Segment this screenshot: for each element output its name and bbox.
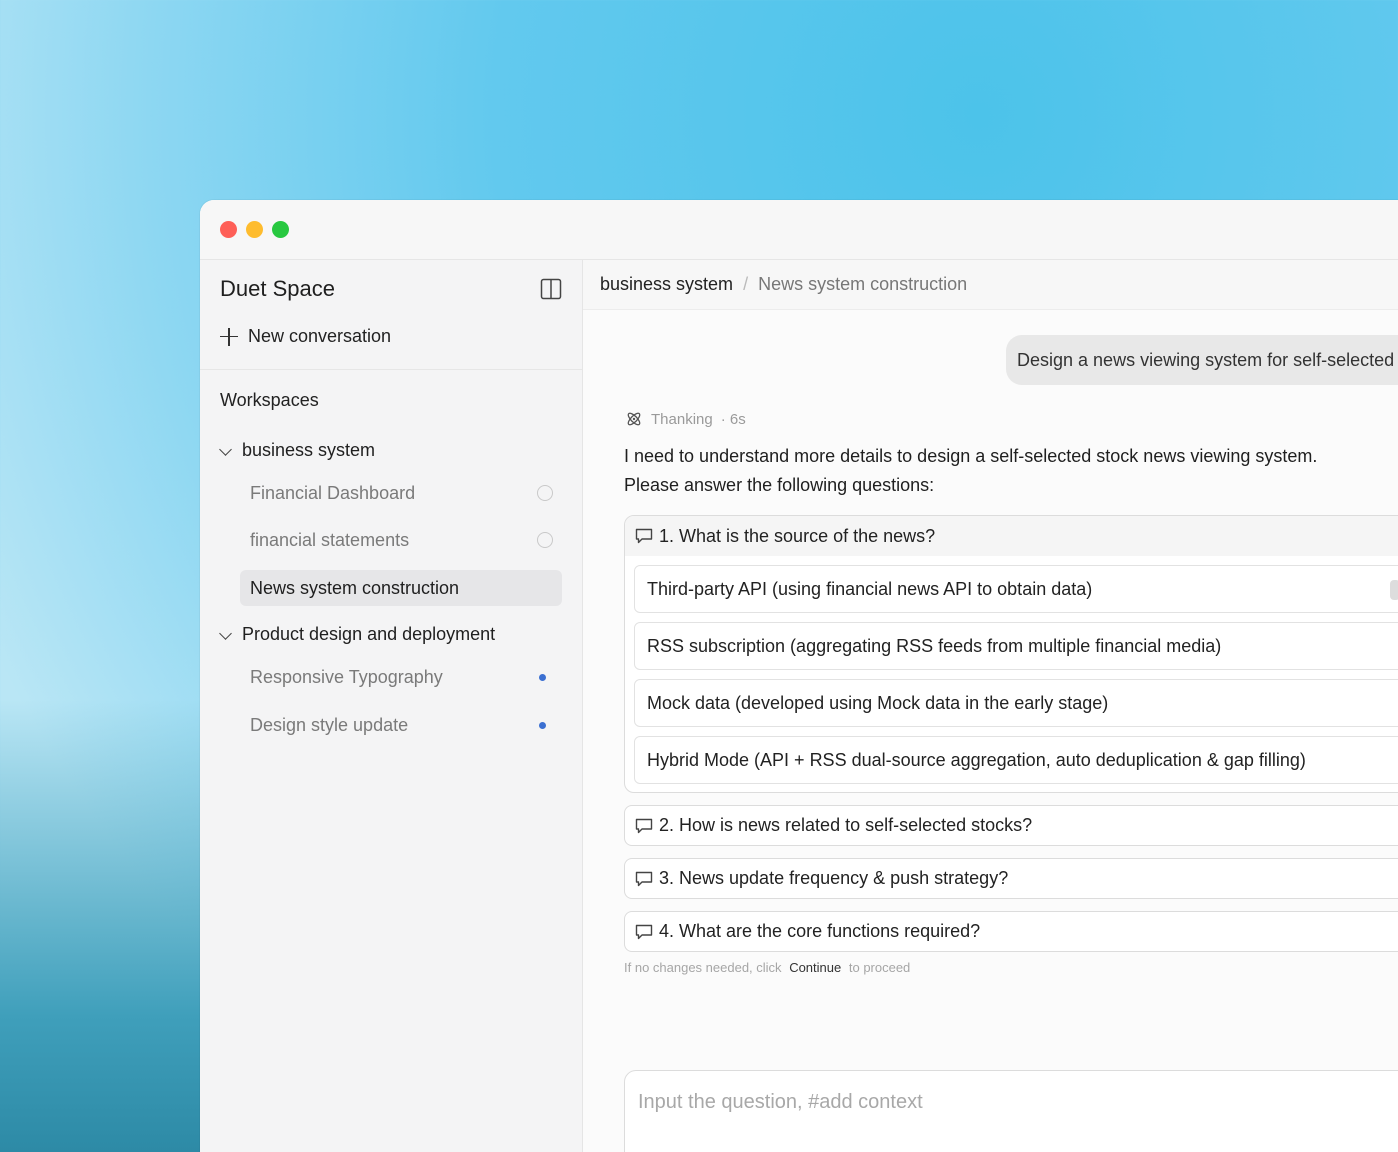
sidebar-item-news-system-construction[interactable]: News system construction [240,570,562,606]
thinking-status[interactable]: Thanking · 6s [625,410,746,428]
sidebar-item-financial-statements[interactable]: financial statements [240,522,562,558]
new-conversation-button[interactable]: New conversation [220,326,391,347]
comment-icon [635,528,653,544]
option-label: Third-party API (using financial news AP… [647,578,1093,599]
minimize-window-button[interactable] [246,221,263,238]
question-label: 3. News update frequency & push strategy… [659,868,1009,888]
assistant-answer: I need to understand more details to des… [624,446,1318,495]
answer-option[interactable]: RSS subscription (aggregating RSS feeds … [634,622,1398,670]
app-name: Duet Space [220,276,335,301]
chevron-down-icon [220,629,232,641]
workspace-group-label: business system [242,440,376,460]
background-gradient [0,700,220,1152]
question-label: 4. What are the core functions required? [659,921,981,941]
continue-hint: If no changes needed, click Continue to … [624,960,910,975]
option-label: RSS subscription (aggregating RSS feeds … [647,635,1222,656]
answer-option[interactable]: Third-party API (using financial news AP… [634,565,1398,613]
breadcrumb-current: News system construction [758,274,968,294]
sidebar-header: Duet Space New conversation [200,260,582,370]
atom-icon [627,412,641,426]
close-window-button[interactable] [220,221,237,238]
workspace-group-business-system[interactable]: business system [220,440,375,461]
option-label: Mock data (developed using Mock data in … [647,692,1109,713]
thinking-label: Thanking [651,410,713,428]
comment-icon [635,924,653,939]
chevron-down-icon [220,445,232,457]
plus-icon [220,327,238,346]
main-panel: business system / News system constructi… [583,260,1398,1152]
chat-input[interactable] [638,1091,1398,1114]
toggle-sidebar-icon[interactable] [540,278,562,300]
user-message: Design a news viewing system for self-se… [1006,335,1398,385]
comment-icon [635,818,653,833]
question-card-collapsed[interactable]: 3. News update frequency & push strategy… [624,858,1398,899]
sidebar-item-label: Responsive Typography [250,666,443,687]
option-label: Hybrid Mode (API + RSS dual-source aggre… [647,749,1306,770]
breadcrumb-workspace[interactable]: business system [600,274,733,295]
chat-input-box [624,1070,1398,1152]
title-bar [200,200,1398,260]
sidebar-item-label: News system construction [250,577,460,598]
comment-icon [635,871,653,886]
unread-dot [539,722,546,729]
new-conversation-label: New conversation [248,326,392,346]
sidebar-item-label: Design style update [250,714,409,735]
hint-prefix: If no changes needed, click [624,960,782,975]
sidebar-item-label: Financial Dashboard [250,482,416,503]
status-circle-icon [537,532,553,548]
thinking-time: · 6s [720,410,746,428]
sidebar-item-label: financial statements [250,529,410,550]
workspaces-heading: Workspaces [220,390,319,410]
app-window: Duet Space New conversation Workspaces b… [200,200,1398,1152]
hint-suffix: to proceed [848,960,911,975]
breadcrumb-separator: / [743,274,749,294]
question-card-expanded: 1. What is the source of the news? Third… [624,515,1398,793]
question-label: 2. How is news related to self-selected … [659,815,1033,835]
answer-option[interactable]: Mock data (developed using Mock data in … [634,679,1398,727]
question-header[interactable]: 1. What is the source of the news? [625,516,1398,556]
answer-option[interactable]: Hybrid Mode (API + RSS dual-source aggre… [634,736,1398,784]
unread-dot [539,674,546,681]
sidebar: Duet Space New conversation Workspaces b… [200,260,583,1152]
question-card-collapsed[interactable]: 4. What are the core functions required? [624,911,1398,952]
continue-link[interactable]: Continue [789,960,841,975]
question-card-collapsed[interactable]: 2. How is news related to self-selected … [624,805,1398,846]
workspace-group-label: Product design and deployment [242,624,496,644]
status-circle-icon [537,485,553,501]
sidebar-item-financial-dashboard[interactable]: Financial Dashboard [240,475,562,511]
option-tag [1390,580,1398,600]
workspace-group-product-design[interactable]: Product design and deployment [220,624,495,645]
breadcrumb: business system / News system constructi… [583,260,1398,310]
sidebar-item-responsive-typography[interactable]: Responsive Typography [240,659,562,695]
sidebar-item-design-style-update[interactable]: Design style update [240,707,562,743]
zoom-window-button[interactable] [272,221,289,238]
question-label: 1. What is the source of the news? [659,525,936,546]
